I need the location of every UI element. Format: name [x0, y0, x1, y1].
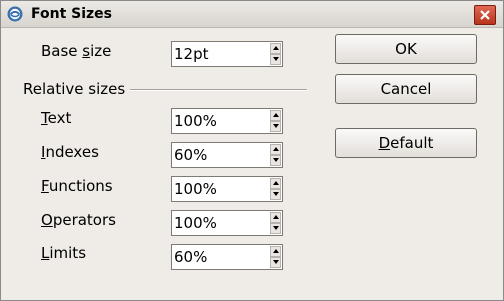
limits-spin-up[interactable]: [270, 246, 281, 257]
ok-button[interactable]: OK: [335, 34, 477, 64]
app-icon: [7, 6, 23, 22]
base-size-label: Base size: [41, 42, 112, 60]
indexes-label: Indexes: [41, 143, 99, 161]
text-label: Text: [41, 109, 72, 127]
operators-input[interactable]: [172, 211, 270, 235]
functions-spinbox[interactable]: [171, 176, 283, 202]
base-size-spin-up[interactable]: [270, 43, 281, 54]
limits-spinbox[interactable]: [171, 244, 283, 270]
indexes-spin-up[interactable]: [270, 144, 281, 155]
functions-spin-up[interactable]: [270, 178, 281, 189]
chevron-up-icon: [273, 147, 279, 151]
chevron-up-icon: [273, 215, 279, 219]
text-spinbox[interactable]: [171, 108, 283, 134]
base-size-spinbox[interactable]: [171, 41, 283, 67]
chevron-up-icon: [273, 249, 279, 253]
limits-spin-down[interactable]: [270, 257, 281, 268]
chevron-up-icon: [273, 46, 279, 50]
section-separator: [130, 89, 307, 91]
window-title: Font Sizes: [31, 6, 113, 22]
chevron-down-icon: [273, 158, 279, 162]
limits-label: Limits: [41, 244, 87, 262]
chevron-down-icon: [273, 57, 279, 61]
indexes-input[interactable]: [172, 143, 270, 167]
relative-sizes-heading: Relative sizes: [23, 80, 126, 98]
chevron-down-icon: [273, 124, 279, 128]
font-sizes-dialog: Font Sizes Base size Relative sizes Text…: [0, 0, 504, 301]
default-button[interactable]: Default: [335, 128, 477, 158]
operators-label: Operators: [41, 211, 116, 229]
base-size-input[interactable]: [172, 42, 270, 66]
indexes-spin-down[interactable]: [270, 155, 281, 166]
operators-spin-up[interactable]: [270, 212, 281, 223]
close-icon: [480, 10, 490, 20]
chevron-up-icon: [273, 181, 279, 185]
text-input[interactable]: [172, 109, 270, 133]
chevron-down-icon: [273, 226, 279, 230]
chevron-down-icon: [273, 192, 279, 196]
text-spin-up[interactable]: [270, 110, 281, 121]
cancel-button[interactable]: Cancel: [335, 74, 477, 104]
indexes-spinbox[interactable]: [171, 142, 283, 168]
functions-label: Functions: [41, 177, 113, 195]
chevron-up-icon: [273, 113, 279, 117]
base-size-spin-down[interactable]: [270, 54, 281, 65]
operators-spinbox[interactable]: [171, 210, 283, 236]
operators-spin-down[interactable]: [270, 223, 281, 234]
functions-input[interactable]: [172, 177, 270, 201]
title-bar[interactable]: Font Sizes: [1, 1, 503, 28]
close-button[interactable]: [474, 5, 496, 25]
functions-spin-down[interactable]: [270, 189, 281, 200]
chevron-down-icon: [273, 260, 279, 264]
text-spin-down[interactable]: [270, 121, 281, 132]
limits-input[interactable]: [172, 245, 270, 269]
